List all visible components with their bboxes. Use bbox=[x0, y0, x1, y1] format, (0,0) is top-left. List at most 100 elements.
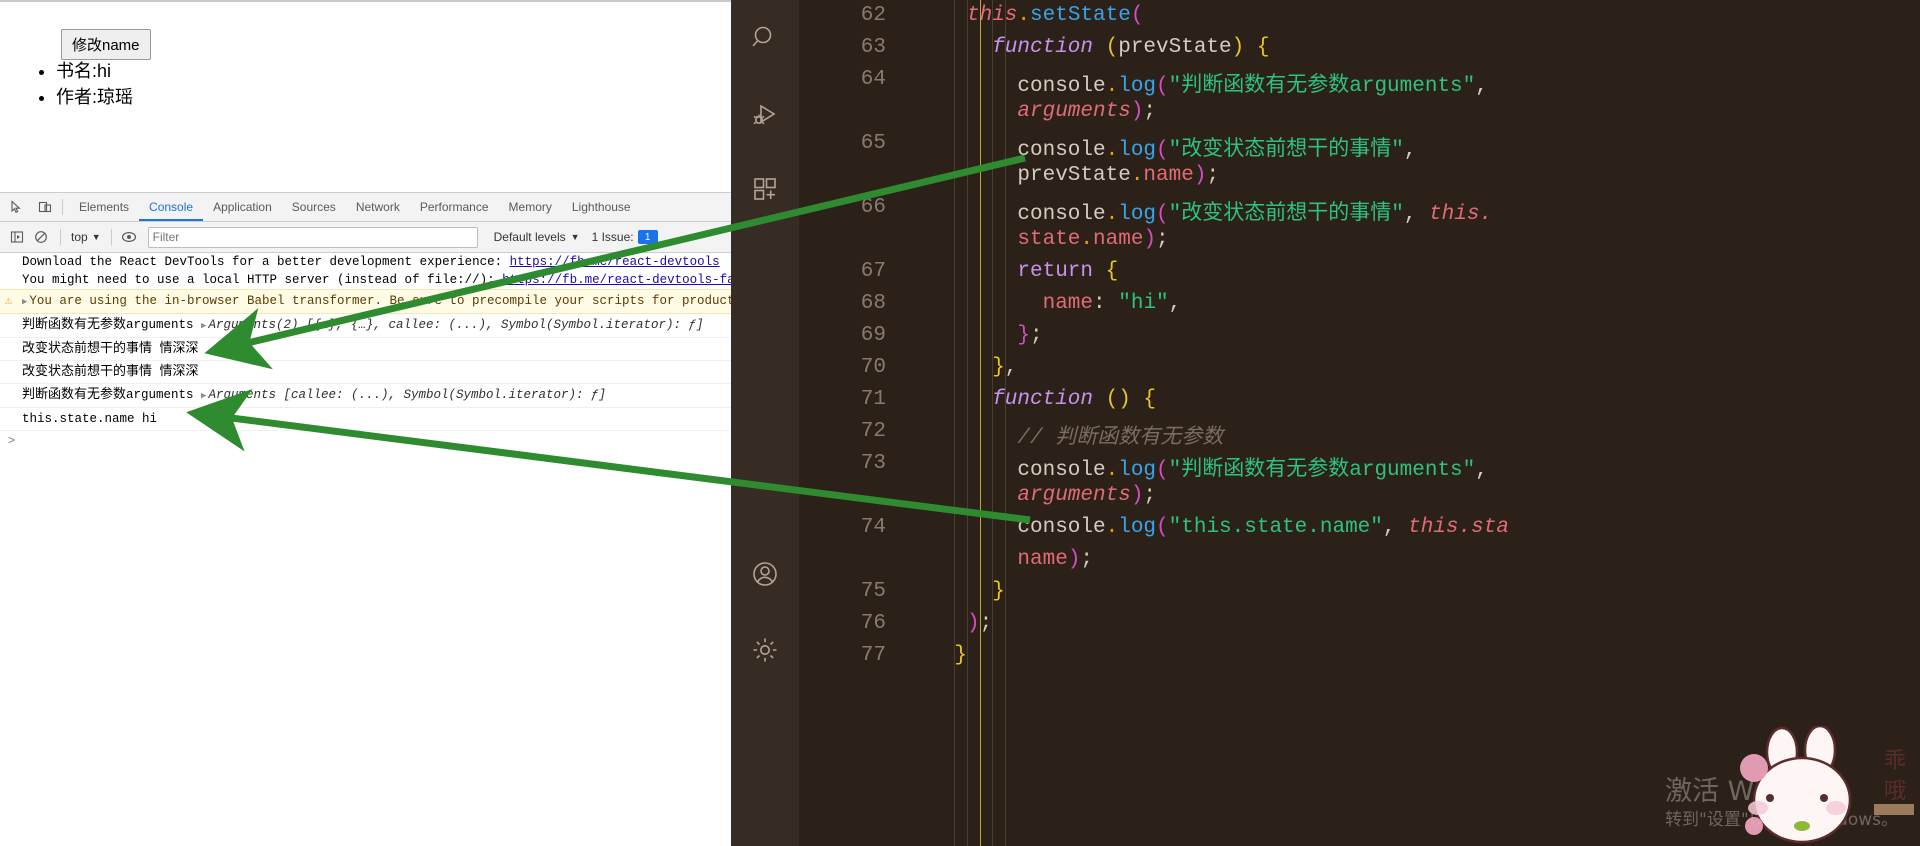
tab-network[interactable]: Network bbox=[346, 194, 410, 221]
code-line[interactable]: }; bbox=[1017, 324, 1042, 347]
clear-console-icon[interactable] bbox=[30, 226, 52, 248]
browser-window: 修改name 书名:hi 作者:琼瑶 Elements Console Appl… bbox=[0, 0, 731, 846]
code-token: // 判断函数有无参数 bbox=[1017, 427, 1224, 450]
code-token: . bbox=[1130, 164, 1144, 187]
code-line[interactable]: console.log("改变状态前想干的事情", bbox=[1017, 132, 1416, 162]
code-line[interactable]: // 判断函数有无参数 bbox=[1017, 420, 1223, 450]
code-token: ; bbox=[1156, 228, 1169, 251]
code-token: ; bbox=[979, 612, 993, 635]
code-line[interactable]: return { bbox=[1017, 260, 1118, 283]
modify-name-button[interactable]: 修改name bbox=[61, 29, 151, 60]
console-link[interactable]: https://fb.me/react-devtools bbox=[510, 255, 720, 269]
console-filter-bar: top ▼ Filter Default levels ▼ 1 Issue: 1 bbox=[0, 222, 731, 253]
code-line[interactable]: function () { bbox=[992, 388, 1156, 411]
code-token: , bbox=[1004, 356, 1018, 379]
code-line[interactable]: name: "hi", bbox=[1043, 292, 1182, 315]
code-token: arguments bbox=[1017, 484, 1131, 507]
code-line[interactable]: arguments); bbox=[1017, 100, 1156, 123]
code-line[interactable]: } bbox=[954, 644, 967, 667]
console-filter-input[interactable]: Filter bbox=[147, 226, 478, 248]
code-line[interactable]: console.log("判断函数有无参数arguments", bbox=[1017, 68, 1487, 98]
console-sidebar-icon[interactable] bbox=[6, 226, 28, 248]
code-token: "改变状态前想干的事情" bbox=[1168, 203, 1404, 226]
console-object-preview[interactable]: Arguments [callee: (...), Symbol(Symbol.… bbox=[208, 388, 606, 402]
code-line[interactable]: name); bbox=[1017, 548, 1093, 571]
code-token: } bbox=[1017, 324, 1030, 347]
code-token: ; bbox=[1206, 164, 1220, 187]
code-token: ( bbox=[1156, 516, 1169, 539]
console-link[interactable]: https://fb.me/react-devtools-faq bbox=[502, 273, 731, 287]
code-line[interactable]: console.log("this.state.name", this.sta bbox=[1017, 516, 1509, 539]
code-line[interactable]: state.name); bbox=[1017, 228, 1168, 251]
execution-context-select[interactable]: top ▼ bbox=[67, 230, 105, 244]
tab-performance[interactable]: Performance bbox=[410, 194, 499, 221]
console-object-preview[interactable]: Arguments(2) [{…}, {…}, callee: (...), S… bbox=[208, 318, 703, 332]
code-token: ) bbox=[1130, 100, 1144, 123]
console-prompt[interactable]: > bbox=[0, 431, 731, 453]
tab-console[interactable]: Console bbox=[139, 194, 203, 221]
device-toolbar-icon[interactable] bbox=[34, 196, 56, 218]
console-message-label: 改变状态前想干的事情 bbox=[22, 364, 153, 379]
console-log-list[interactable]: Download the React DevTools for a better… bbox=[0, 253, 731, 827]
issues-button[interactable]: 1 Issue: 1 bbox=[592, 230, 658, 244]
line-number: 67 bbox=[860, 260, 886, 283]
indent-guide bbox=[954, 0, 956, 846]
vscode-window: 62 63 64 65 66 67 68 69 70 71 72 73 74 75 76 77 this.se… bbox=[731, 0, 1920, 846]
code-token: ; bbox=[1143, 100, 1157, 123]
expand-arrow-icon[interactable]: ▶ bbox=[22, 297, 27, 307]
expand-arrow-icon[interactable]: ▶ bbox=[201, 321, 206, 331]
code-token: console bbox=[1017, 203, 1106, 226]
code-token: ) bbox=[1118, 388, 1131, 411]
code-line[interactable]: console.log("改变状态前想干的事情", this. bbox=[1017, 196, 1492, 226]
code-line[interactable]: } bbox=[992, 580, 1005, 603]
chevron-down-icon: ▼ bbox=[91, 232, 101, 242]
code-token: ) bbox=[1067, 548, 1081, 571]
code-token: console bbox=[1017, 459, 1106, 482]
search-icon[interactable] bbox=[731, 10, 799, 66]
code-token: this.sta bbox=[1408, 516, 1509, 539]
editor-code-content[interactable]: this.setState( function (prevState) { cons… bbox=[904, 0, 1920, 846]
indent-guide bbox=[979, 0, 981, 846]
run-and-debug-icon[interactable] bbox=[731, 86, 799, 142]
line-number: 75 bbox=[860, 580, 886, 603]
code-line[interactable]: this.setState( bbox=[967, 4, 1143, 27]
code-line[interactable]: prevState.name); bbox=[1017, 164, 1219, 187]
settings-gear-icon[interactable] bbox=[731, 622, 799, 678]
code-token: . bbox=[1080, 228, 1094, 251]
line-number: 70 bbox=[860, 356, 886, 379]
code-token: ) bbox=[1231, 36, 1245, 59]
log-levels-value: Default levels bbox=[493, 230, 566, 244]
expand-arrow-icon[interactable]: ▶ bbox=[201, 391, 206, 401]
code-line[interactable]: console.log("判断函数有无参数arguments", bbox=[1017, 452, 1487, 482]
code-token: "判断函数有无参数arguments" bbox=[1168, 75, 1476, 98]
indent-guide bbox=[992, 0, 994, 846]
vscode-activity-bar bbox=[731, 0, 799, 846]
tab-elements[interactable]: Elements bbox=[69, 194, 139, 221]
extensions-icon[interactable] bbox=[731, 161, 799, 217]
console-message-label: 判断函数有无参数 bbox=[22, 317, 127, 332]
code-line[interactable]: arguments); bbox=[1017, 484, 1156, 507]
accounts-icon[interactable] bbox=[731, 546, 799, 602]
live-expression-icon[interactable] bbox=[118, 226, 140, 248]
code-token: log bbox=[1118, 203, 1157, 226]
console-message-label: 改变状态前想干的事情 bbox=[22, 341, 153, 356]
code-token: prevState bbox=[1017, 164, 1131, 187]
code-line[interactable]: function (prevState) { bbox=[992, 36, 1269, 59]
console-row-prevstate-1: 改变状态前想干的事情 情深深 bbox=[0, 338, 731, 361]
console-row-react-devtools: Download the React DevTools for a better… bbox=[0, 253, 731, 271]
tab-sources[interactable]: Sources bbox=[282, 194, 346, 221]
tab-lighthouse[interactable]: Lighthouse bbox=[562, 194, 641, 221]
code-token: } bbox=[954, 644, 967, 667]
code-token: . bbox=[1105, 75, 1119, 98]
code-token: log bbox=[1118, 459, 1157, 482]
vscode-editor[interactable]: 62 63 64 65 66 67 68 69 70 71 72 73 74 75 76 77 this.se… bbox=[799, 0, 1920, 846]
tab-application[interactable]: Application bbox=[203, 194, 282, 221]
log-levels-select[interactable]: Default levels ▼ bbox=[494, 230, 580, 244]
tab-memory[interactable]: Memory bbox=[499, 194, 562, 221]
inspect-element-icon[interactable] bbox=[6, 196, 28, 218]
code-token: . bbox=[1105, 516, 1119, 539]
warning-triangle-icon: ⚠ bbox=[5, 294, 13, 308]
code-token: . bbox=[1105, 459, 1119, 482]
line-number: 73 bbox=[860, 452, 886, 475]
code-token: prevState bbox=[1118, 36, 1232, 59]
